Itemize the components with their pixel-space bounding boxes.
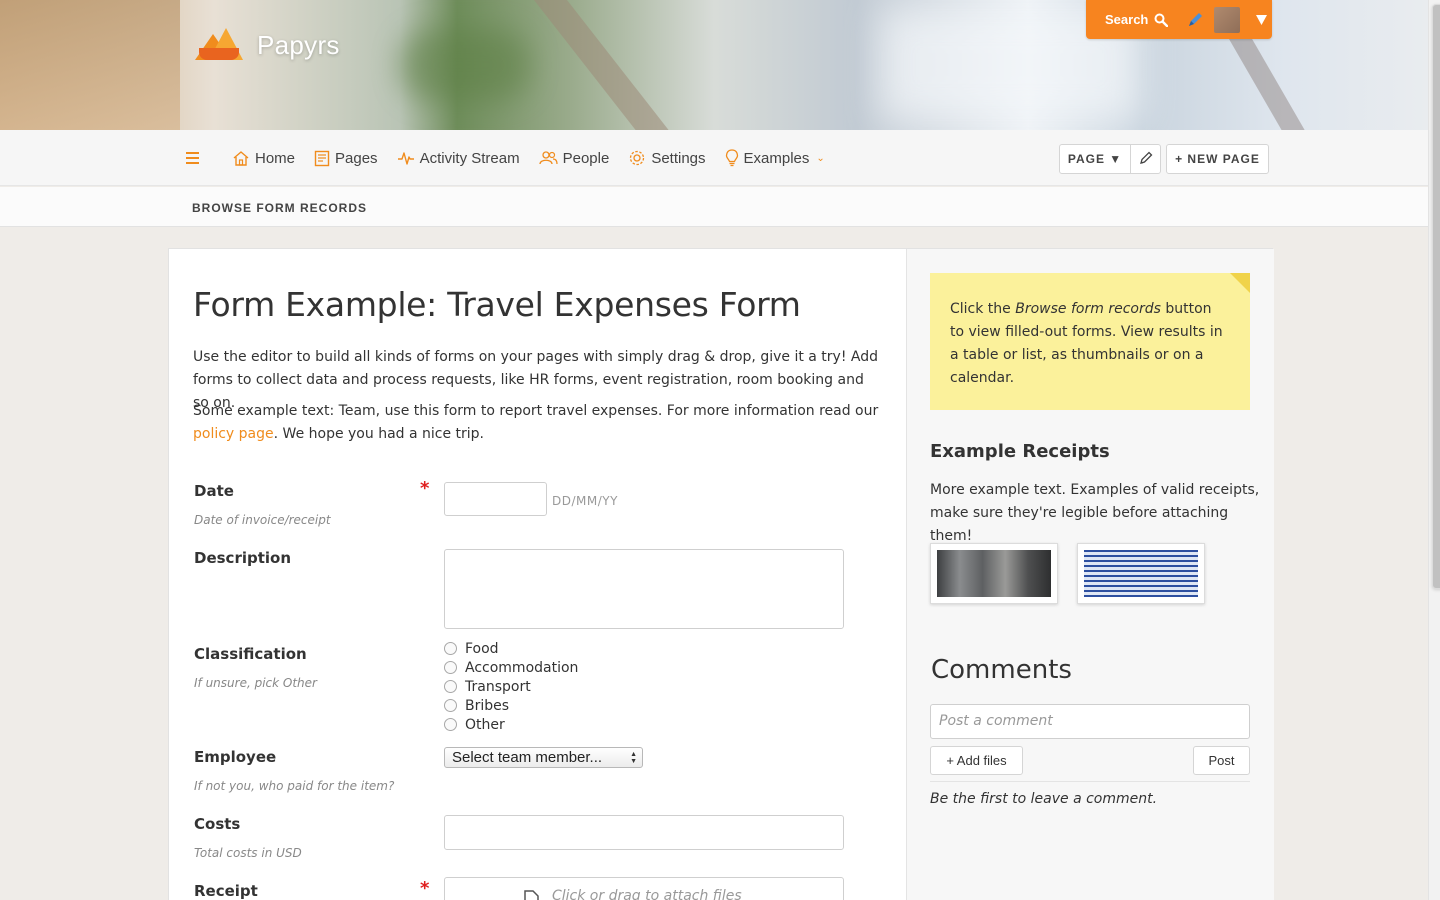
radio-option-bribes[interactable]: Bribes [444,696,578,715]
required-marker: * [420,478,430,499]
scrollbar-thumb[interactable] [1432,4,1440,589]
radio-button[interactable] [444,661,457,674]
nav-item-label: Settings [651,149,706,167]
pencil-icon [1139,151,1153,168]
pages-icon [314,150,330,167]
nav-item-label: Examples [743,149,810,167]
page-menu-button[interactable]: PAGE ▼ [1060,145,1130,173]
radio-option-accommodation[interactable]: Accommodation [444,658,578,677]
lightbulb-icon [725,149,739,167]
main-column: Form Example: Travel Expenses Form Use t… [169,249,906,900]
nav-item-settings[interactable]: Settings [628,149,706,167]
no-comments-text: Be the first to leave a comment. [930,791,1158,807]
caret-down-icon[interactable] [1256,14,1268,25]
new-page-group: + NEW PAGE [1166,144,1269,174]
nav-item-label: Home [255,149,296,167]
post-button[interactable]: Post [1193,746,1250,775]
pulse-icon [397,150,415,166]
select-arrows-icon: ▲ ▼ [630,751,637,765]
edit-page-button[interactable] [1130,145,1160,173]
radio-button[interactable] [444,642,457,655]
policy-page-link[interactable]: policy page [193,426,274,442]
file-icon [520,888,542,900]
receipt-thumbnail[interactable] [930,543,1058,604]
radio-option-other[interactable]: Other [444,715,578,734]
people-icon [538,150,558,166]
divider [930,781,1250,782]
employee-label: Employee [194,748,277,766]
required-marker: * [420,878,430,899]
avatar[interactable] [1214,6,1241,33]
employee-select[interactable]: Select team member... ▲ ▼ [444,747,643,768]
receipt-upload-dropzone[interactable]: Click or drag to attach files [444,877,844,900]
example-text: Some example text: Team, use this form t… [193,403,879,442]
sub-bar: BROWSE FORM RECORDS [0,187,1428,227]
nav-item-label: Activity Stream [419,149,520,167]
date-label: Date [194,482,234,500]
date-hint: Date of invoice/receipt [194,513,331,527]
nav-item-label: People [562,149,610,167]
classification-radio-group: Food Accommodation Transport Bribes Othe… [444,639,578,734]
description-textarea[interactable] [444,549,844,629]
receipt-thumbnail[interactable] [1077,543,1205,604]
page-title: Form Example: Travel Expenses Form [193,285,801,324]
chevron-down-icon: ⌄ [816,152,825,164]
sticky-note: Click the Browse form records button to … [930,273,1250,410]
banner-plant [400,30,530,100]
classification-hint: If unsure, pick Other [194,676,317,690]
sidebar: Click the Browse form records button to … [906,249,1274,900]
receipts-text: More example text. Examples of valid rec… [930,482,1260,544]
costs-input[interactable] [444,815,844,850]
banner-image-area [0,0,180,130]
receipts-heading: Example Receipts [930,441,1110,462]
comments-heading: Comments [931,655,1072,685]
date-format-hint: DD/MM/YY [552,494,618,508]
page-content: Form Example: Travel Expenses Form Use t… [168,248,1274,900]
comment-input[interactable]: Post a comment [930,704,1250,739]
browse-form-records-button[interactable]: BROWSE FORM RECORDS [192,201,367,215]
nav-item-home[interactable]: Home [232,150,295,167]
note-fold [1230,273,1250,293]
nav-item-activity-stream[interactable]: Activity Stream [397,150,520,167]
radio-button[interactable] [444,699,457,712]
search-button[interactable]: Search [1105,12,1148,27]
employee-hint: If not you, who paid for the item? [194,779,395,793]
top-bar: Search [1086,0,1272,39]
radio-button[interactable] [444,680,457,693]
radio-button[interactable] [444,718,457,731]
costs-hint: Total costs in USD [194,846,302,860]
app-logo[interactable]: Papyrs [195,28,340,62]
date-input[interactable] [444,482,547,516]
nav-item-pages[interactable]: Pages [314,150,378,167]
home-icon [232,150,250,167]
banner-beam [528,0,698,130]
nav-item-examples[interactable]: Examples ⌄ [725,149,825,167]
nav-item-people[interactable]: People [538,149,610,167]
main-nav: Home Pages Activity Stream People Settin [0,130,1428,186]
scrollbar[interactable] [1428,0,1440,900]
menu-icon[interactable] [186,152,199,164]
receipt-label: Receipt [194,882,258,900]
new-page-button[interactable]: + NEW PAGE [1167,145,1268,173]
costs-label: Costs [194,815,241,833]
pen-icon[interactable] [1186,11,1204,29]
app-name: Papyrs [257,29,340,60]
classification-label: Classification [194,645,307,663]
page-menu-group: PAGE ▼ [1059,144,1161,174]
nav-item-label: Pages [335,149,378,167]
gear-icon [628,149,646,167]
upload-text: Click or drag to attach files [552,888,742,900]
radio-option-food[interactable]: Food [444,639,578,658]
description-label: Description [194,549,292,567]
logo-icon [195,28,243,62]
search-icon[interactable] [1154,13,1169,27]
radio-option-transport[interactable]: Transport [444,677,578,696]
add-files-button[interactable]: + Add files [930,746,1023,775]
